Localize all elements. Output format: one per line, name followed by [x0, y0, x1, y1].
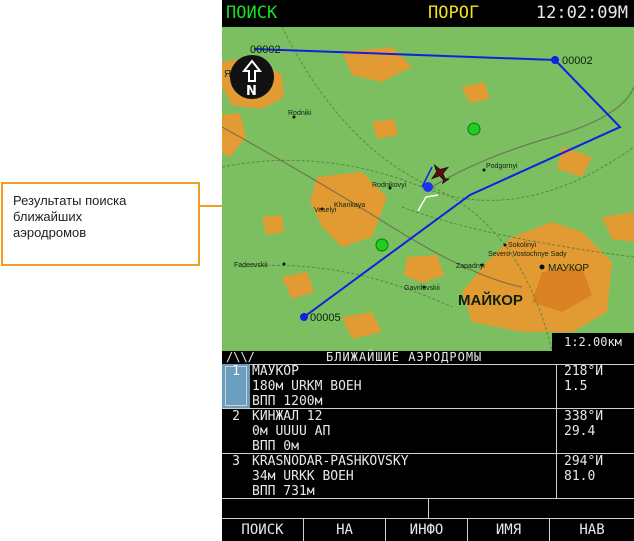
top-status-bar: ПОИСК ПОРОГ 12:02:09М [222, 0, 634, 27]
city-label-large: МАЙКОР [458, 291, 523, 309]
list-item[interactable]: 1 МАУКОР 180м URKM ВОЕН ВПП 1200м 218°И … [222, 364, 634, 409]
airfield-runway: ВПП 1200м [252, 394, 323, 409]
item-nav-values: 294°И 81.0 [564, 454, 634, 484]
distance: 81.0 [564, 469, 596, 484]
waypoint-label: 00002 [562, 55, 593, 67]
callout-line-2: ближайших [13, 209, 83, 224]
item-index: 3 [232, 454, 240, 469]
distance: 1.5 [564, 379, 588, 394]
map-view[interactable]: 00002 00002 00005 ЯЕНSK Rodniki Podgorny… [222, 27, 634, 351]
device-screen: ПОИСК ПОРОГ 12:02:09М 00002 00002 00005 … [222, 0, 634, 541]
bearing: 218°И [564, 364, 604, 379]
callout-box: Результаты поиска ближайших аэродромов [1, 182, 200, 266]
town-label: Fadeevskii [234, 262, 268, 269]
airfield-elevation-code: 180м URKM ВОЕН [252, 379, 362, 394]
softkey-name[interactable]: ИМЯ [468, 519, 550, 541]
softkey-to[interactable]: НА [304, 519, 386, 541]
distance: 29.4 [564, 424, 596, 439]
status-line [222, 499, 634, 519]
column-divider [556, 409, 557, 453]
airfield-runway: ВПП 731м [252, 484, 315, 499]
town-label: Severo-Vostochnye Sady [488, 251, 567, 258]
bearing: 338°И [564, 409, 604, 424]
airfield-runway: ВПП 0м [252, 439, 299, 454]
north-arrow-icon: N [241, 59, 263, 99]
callout-line-1: Результаты поиска [13, 193, 127, 208]
map-scale: 1:2.00км [552, 333, 634, 351]
softkey-info[interactable]: ИНФО [386, 519, 468, 541]
item-nav-values: 218°И 1.5 [564, 364, 634, 394]
softkey-bar: ПОИСК НА ИНФО ИМЯ НАВ [222, 519, 634, 541]
town-label: Podgornyi [486, 163, 518, 170]
status-divider [428, 499, 429, 518]
item-index: 2 [232, 409, 240, 424]
list-header: /\\/ БЛИЖАЙШИЕ АЭРОДРОМЫ [222, 351, 634, 365]
item-details: КИНЖАЛ 12 0м UUUU АП ВПП 0м [252, 409, 552, 454]
scroll-indicator[interactable]: /\\/ [226, 351, 255, 364]
town-label: Rodnikovyi [372, 182, 407, 189]
airfield-name: KRASNODAR-PASHKOVSKY [252, 454, 409, 469]
softkey-search[interactable]: ПОИСК [222, 519, 304, 541]
callout-line-3: аэродромов [13, 225, 87, 240]
softkey-nav[interactable]: НАВ [550, 519, 634, 541]
status-label: ПОРОГ [428, 3, 480, 23]
item-nav-values: 338°И 29.4 [564, 409, 634, 439]
item-details: KRASNODAR-PASHKOVSKY 34м URKK ВОЕН ВПП 7… [252, 454, 552, 499]
airfield-elevation-code: 34м URKK ВОЕН [252, 469, 354, 484]
column-divider [556, 364, 557, 408]
column-divider [556, 454, 557, 498]
mode-label[interactable]: ПОИСК [226, 0, 277, 27]
waypoint-label: 00005 [310, 312, 341, 324]
town-label: Sokolinyi [508, 242, 536, 249]
list-title: БЛИЖАЙШИЕ АЭРОДРОМЫ [326, 350, 483, 364]
list-item[interactable]: 3 KRASNODAR-PASHKOVSKY 34м URKK ВОЕН ВПП… [222, 454, 634, 499]
town-label: Zapadnyi [456, 263, 485, 270]
airfield-name: КИНЖАЛ 12 [252, 409, 323, 424]
item-details: МАУКОР 180м URKM ВОЕН ВПП 1200м [252, 364, 552, 409]
north-indicator: N [230, 55, 274, 99]
clock: 12:02:09М [535, 3, 628, 23]
bearing: 294°И [564, 454, 604, 469]
town-label: Khankaya [334, 202, 365, 209]
map-labels: 00002 00002 00005 ЯЕНSK Rodniki Podgorny… [224, 44, 593, 324]
airfield-name: МАУКОР [252, 364, 299, 379]
item-index-frame [225, 366, 247, 406]
list-item[interactable]: 2 КИНЖАЛ 12 0м UUUU АП ВПП 0м 338°И 29.4 [222, 409, 634, 454]
city-marker-label: МАУКОР [548, 263, 589, 274]
svg-text:N: N [246, 84, 257, 99]
town-label: Gavrilovskii [404, 285, 440, 292]
airfield-elevation-code: 0м UUUU АП [252, 424, 331, 439]
airfield-list: 1 МАУКОР 180м URKM ВОЕН ВПП 1200м 218°И … [222, 364, 634, 499]
town-label: Rodniki [288, 110, 312, 117]
